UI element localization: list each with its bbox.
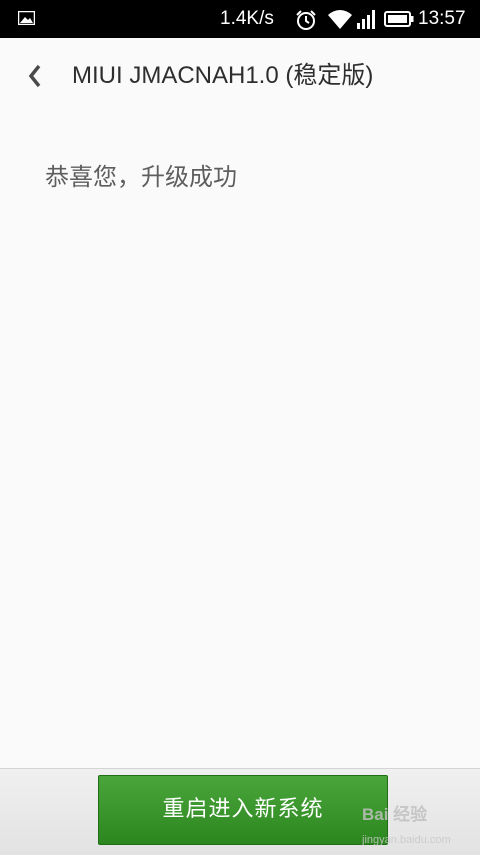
watermark-url: jingyan.baidu.com [362,834,451,846]
alarm-icon [296,10,316,30]
back-button[interactable] [14,56,58,96]
wifi-icon [328,10,352,29]
image-notification-icon [18,11,35,25]
title-bar: MIUI JMACNAH1.0 (稳定版) [0,38,480,114]
chevron-left-icon [28,64,41,88]
updater-screen: MIUI JMACNAH1.0 (稳定版) 恭喜您，升级成功 重启进入新系统 [0,38,480,855]
status-bar: 1.4K/s 13:57 [0,0,480,38]
watermark-main: Bai 经验 [362,805,428,824]
page-title: MIUI JMACNAH1.0 (稳定版) [72,62,374,89]
upgrade-success-message: 恭喜您，升级成功 [45,163,237,191]
baidu-jingyan-watermark: Bai 经验 jingyan.baidu.com [362,800,480,850]
battery-icon [384,11,414,27]
reboot-button[interactable]: 重启进入新系统 [98,775,388,845]
signal-icon [357,10,375,29]
network-speed: 1.4K/s [220,8,274,29]
clock: 13:57 [418,8,466,29]
